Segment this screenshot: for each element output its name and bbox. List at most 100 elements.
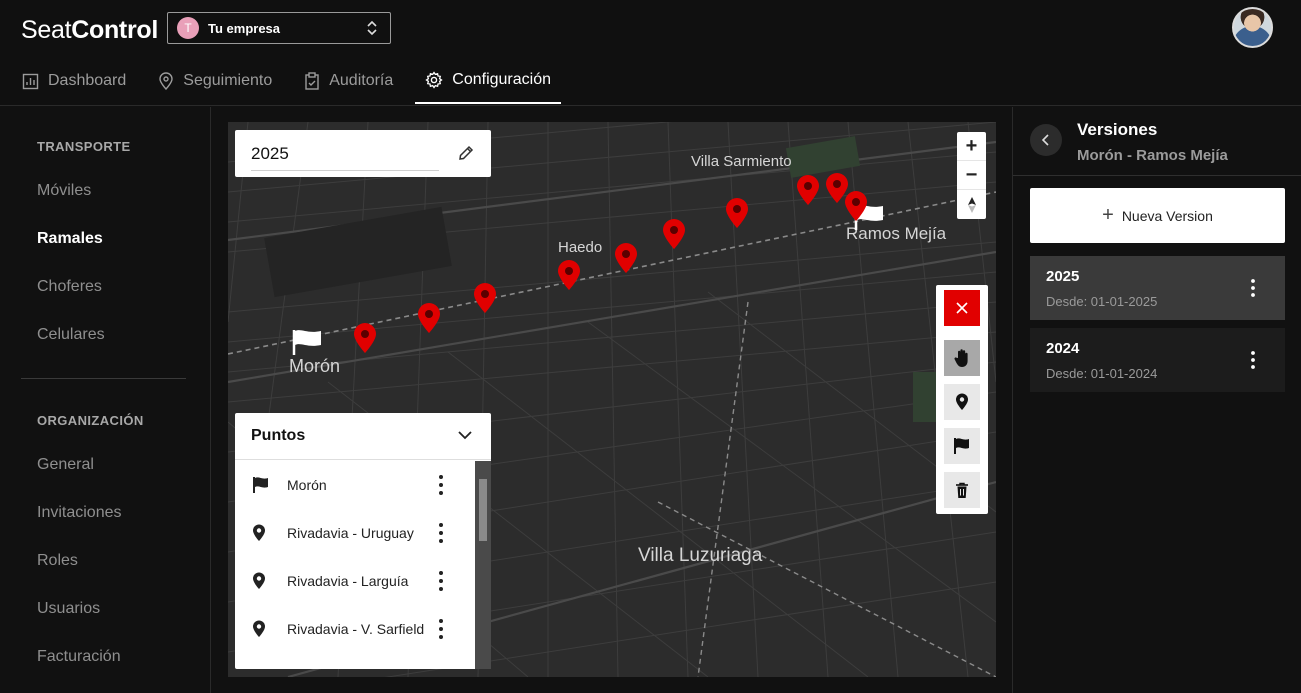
points-panel: Puntos Morón Rivadavia - Uruguay Rivadav… — [235, 413, 491, 669]
year-editor[interactable]: 2025 — [235, 130, 491, 177]
map-label-villa-luzuriaga: Villa Luzuriaga — [638, 545, 763, 566]
zoom-out-button[interactable]: − — [957, 161, 986, 190]
map-label-moron: Morón — [289, 356, 341, 376]
chevron-down-icon[interactable] — [457, 429, 473, 441]
more-options-icon[interactable] — [435, 618, 447, 640]
gear-icon — [425, 71, 443, 89]
sidebar-item-invitaciones[interactable]: Invitaciones — [37, 504, 122, 522]
edit-icon[interactable] — [457, 144, 475, 162]
hand-icon — [954, 349, 968, 367]
sidebar-item-roles[interactable]: Roles — [37, 552, 78, 570]
year-underline — [251, 170, 439, 171]
tab-auditoria[interactable]: Auditoría — [294, 58, 403, 104]
tab-dashboard[interactable]: Dashboard — [12, 58, 136, 104]
versions-divider — [1013, 175, 1301, 176]
flag-icon — [253, 477, 268, 493]
pin-icon — [253, 620, 265, 637]
scrollbar-thumb[interactable] — [479, 479, 487, 541]
trash-icon — [956, 482, 968, 498]
back-button[interactable] — [1030, 124, 1062, 156]
versions-panel: Versiones Morón - Ramos Mejía + Nueva Ve… — [1012, 107, 1301, 693]
tab-configuracion[interactable]: Configuración — [415, 58, 562, 104]
chart-icon — [22, 73, 39, 89]
route-marker-pin-icon[interactable] — [613, 242, 639, 274]
sidebar-item-usuarios[interactable]: Usuarios — [37, 600, 100, 618]
map-label-villa-sarmiento: Villa Sarmiento — [691, 153, 792, 170]
sidebar-item-celulares[interactable]: Celulares — [37, 326, 105, 344]
more-options-icon[interactable] — [1249, 350, 1257, 370]
point-label: Morón — [287, 477, 327, 493]
clipboard-icon — [305, 72, 319, 90]
route-marker-pin-icon[interactable] — [795, 174, 821, 206]
more-options-icon[interactable] — [435, 570, 447, 592]
zoom-in-button[interactable]: + — [957, 132, 986, 161]
pin-icon — [956, 393, 968, 410]
map-toolbar — [936, 285, 988, 514]
close-tool-button[interactable] — [944, 290, 980, 326]
point-item-rivadavia-sarfield[interactable]: Rivadavia - V. Sarfield — [235, 605, 475, 653]
pin-icon — [253, 572, 265, 589]
pan-tool-button[interactable] — [944, 340, 980, 376]
tab-label: Dashboard — [48, 72, 127, 89]
add-flag-tool-button[interactable] — [944, 428, 980, 464]
sidebar-divider — [21, 378, 186, 379]
add-point-tool-button[interactable] — [944, 384, 980, 420]
point-label: Rivadavia - Uruguay — [287, 525, 414, 541]
map-label-haedo: Haedo — [558, 239, 603, 256]
point-label: Rivadavia - Larguía — [287, 573, 409, 589]
sidebar-item-general[interactable]: General — [37, 456, 94, 474]
new-version-label: Nueva Version — [1121, 207, 1213, 224]
sidebar: TRANSPORTE Móviles Ramales Choferes Celu… — [0, 107, 211, 693]
route-marker-pin-icon[interactable] — [352, 322, 378, 354]
version-item-2025[interactable]: 2025 Desde: 01-01-2025 — [1030, 256, 1285, 320]
more-options-icon[interactable] — [1249, 278, 1257, 298]
point-label: Rivadavia - V. Sarfield — [287, 621, 425, 637]
route-marker-pin-icon[interactable] — [472, 282, 498, 314]
route-marker-pin-icon[interactable] — [556, 259, 582, 291]
sidebar-section-transporte: TRANSPORTE — [37, 139, 131, 154]
point-item-rivadavia-uruguay[interactable]: Rivadavia - Uruguay — [235, 509, 475, 557]
points-header[interactable]: Puntos — [235, 413, 491, 460]
sidebar-section-organizacion: ORGANIZACIÓN — [37, 413, 144, 428]
route-marker-pin-icon[interactable] — [724, 197, 750, 229]
company-avatar: T — [177, 17, 199, 39]
route-marker-pin-icon[interactable] — [843, 190, 869, 222]
map-pin-icon — [159, 72, 173, 90]
company-name: Tu empresa — [208, 20, 281, 36]
year-value: 2025 — [251, 144, 289, 163]
chevron-left-icon — [1041, 134, 1049, 146]
tab-label: Seguimiento — [183, 72, 273, 89]
points-title: Puntos — [251, 427, 306, 444]
route-marker-pin-icon[interactable] — [416, 302, 442, 334]
version-item-2024[interactable]: 2024 Desde: 01-01-2024 — [1030, 328, 1285, 392]
version-year: 2025 — [1046, 268, 1080, 285]
zoom-controls: + − — [957, 132, 986, 219]
tab-label: Auditoría — [329, 72, 394, 89]
versions-title: Versiones — [1077, 120, 1158, 139]
more-options-icon[interactable] — [435, 522, 447, 544]
main-tabs: Dashboard Seguimiento Auditoría Configur… — [0, 58, 562, 106]
route-marker-pin-icon[interactable] — [661, 218, 687, 250]
points-scrollbar[interactable] — [475, 461, 491, 669]
app-logo[interactable]: SeatControl — [21, 16, 158, 45]
flag-icon — [954, 438, 969, 454]
sidebar-item-ramales[interactable]: Ramales — [37, 230, 103, 248]
point-item-rivadavia-larguia[interactable]: Rivadavia - Larguía — [235, 557, 475, 605]
sidebar-item-choferes[interactable]: Choferes — [37, 278, 102, 296]
plus-icon: + — [1102, 204, 1114, 226]
compass-button[interactable] — [957, 190, 986, 219]
sidebar-item-facturacion[interactable]: Facturación — [37, 648, 121, 666]
more-options-icon[interactable] — [435, 474, 447, 496]
top-header: SeatControl T Tu empresa Dashboard Segui… — [0, 0, 1301, 106]
delete-tool-button[interactable] — [944, 472, 980, 508]
user-avatar[interactable] — [1232, 7, 1273, 48]
new-version-button[interactable]: + Nueva Version — [1030, 188, 1285, 243]
start-flag-icon[interactable] — [291, 328, 323, 356]
point-item-moron[interactable]: Morón — [235, 461, 475, 509]
unfold-icon — [367, 20, 377, 36]
company-selector[interactable]: T Tu empresa — [167, 12, 391, 44]
pin-icon — [253, 524, 265, 541]
version-year: 2024 — [1046, 340, 1080, 357]
tab-seguimiento[interactable]: Seguimiento — [148, 58, 282, 104]
sidebar-item-moviles[interactable]: Móviles — [37, 182, 91, 200]
